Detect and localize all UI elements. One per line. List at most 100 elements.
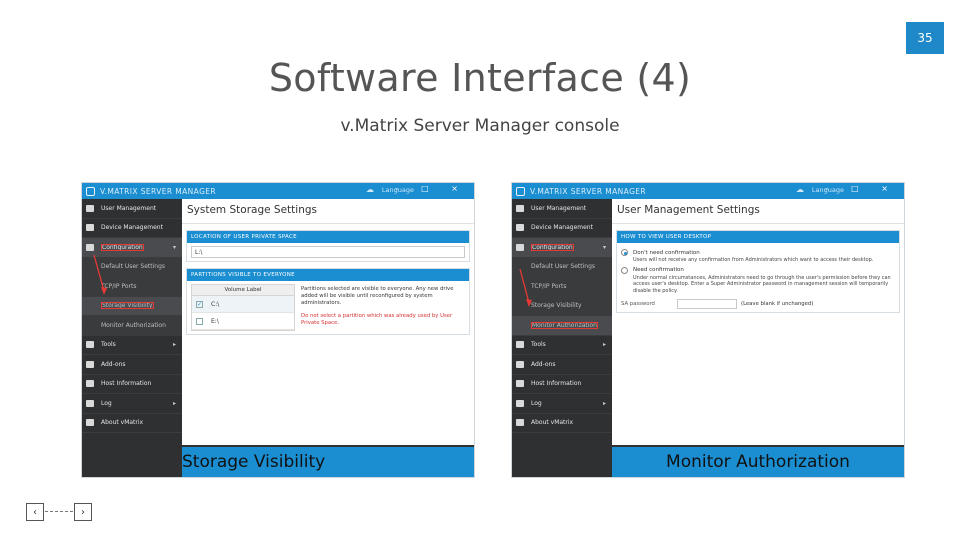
- option-label: Need confirmation: [633, 267, 684, 273]
- sidebar-item-add-ons[interactable]: Add-ons: [512, 355, 612, 375]
- app-titlebar: V.MATRIX SERVER MANAGER ☁ Language – □ ×: [512, 183, 904, 199]
- view-desktop-section: HOW TO VIEW USER DESKTOP Don't need conf…: [616, 230, 900, 313]
- partition-warning: Do not select a partition which was alre…: [301, 313, 453, 326]
- host-icon: [516, 380, 524, 388]
- tools-icon: [86, 341, 94, 349]
- sidebar-item-default-user-settings[interactable]: Default User Settings: [82, 257, 182, 277]
- option-need-confirmation[interactable]: Need confirmation: [621, 266, 895, 274]
- app-logo-icon: [516, 186, 525, 196]
- partition-notes: Partitions selected are visible to every…: [301, 284, 465, 331]
- addons-icon: [516, 360, 524, 368]
- sidebar-item-add-ons[interactable]: Add-ons: [82, 355, 182, 375]
- sidebar-item-tcpip-ports[interactable]: TCP/IP Ports: [512, 277, 612, 297]
- config-icon: [86, 243, 94, 251]
- app-title: V.MATRIX SERVER MANAGER: [530, 186, 647, 196]
- caption-storage-visibility: Storage Visibility: [182, 452, 326, 472]
- sidebar-item-label: Host Information: [531, 380, 582, 388]
- page-number-badge: 35: [906, 22, 944, 54]
- option-label: Don't need confirmation: [633, 249, 700, 256]
- partition-note: Partitions selected are visible to every…: [301, 286, 454, 306]
- sidebar-item-host-information[interactable]: Host Information: [82, 375, 182, 394]
- sidebar-item-device-management[interactable]: Device Management: [512, 219, 612, 238]
- sidebar-item-about[interactable]: About vMatrix: [82, 414, 182, 433]
- sidebar-item-monitor-authorization[interactable]: Monitor Authorization: [82, 316, 182, 336]
- addons-icon: [86, 360, 94, 368]
- sidebar-item-label: Configuration: [101, 243, 144, 251]
- sidebar-item-tools[interactable]: Tools ▸: [82, 336, 182, 355]
- sidebar-item-device-management[interactable]: Device Management: [82, 219, 182, 238]
- sidebar-item-label: Add-ons: [101, 360, 126, 368]
- slide-navigation: ‹ ›: [26, 503, 94, 523]
- sidebar-item-tcpip-ports[interactable]: TCP/IP Ports: [82, 277, 182, 297]
- radio[interactable]: [621, 266, 628, 274]
- volume-label: E:\: [211, 317, 219, 325]
- host-icon: [86, 380, 94, 388]
- sidebar-item-label: Add-ons: [531, 360, 556, 368]
- sidebar-item-configuration[interactable]: Configuration ▾: [512, 238, 612, 258]
- table-row[interactable]: ✓ C:\: [192, 296, 294, 313]
- column-header: Volume Label: [192, 285, 294, 296]
- sidebar-item-label: Log: [101, 399, 112, 407]
- table-row[interactable]: E:\: [192, 313, 294, 330]
- sidebar-item-tools[interactable]: Tools ▸: [512, 336, 612, 355]
- sidebar-item-storage-visibility[interactable]: Storage Visibility: [512, 296, 612, 316]
- app-logo-icon: [86, 186, 95, 196]
- sidebar-item-label: Storage Visibility: [101, 302, 154, 310]
- sidebar-item-about[interactable]: About vMatrix: [512, 414, 612, 433]
- sidebar-item-user-management[interactable]: User Management: [82, 199, 182, 219]
- slide-subtitle: v.Matrix Server Manager console: [340, 116, 620, 136]
- chevron-right-icon: ▸: [172, 341, 176, 349]
- password-field[interactable]: [677, 299, 737, 309]
- sidebar-item-log[interactable]: Log ▸: [82, 394, 182, 414]
- sidebar-item-label: TCP/IP Ports: [531, 282, 567, 290]
- log-icon: [86, 399, 94, 407]
- settings-panel: System Storage Settings LOCATION OF USER…: [182, 199, 474, 445]
- password-hint: (Leave blank if unchanged): [741, 301, 814, 307]
- sidebar-item-label: Monitor Authorization: [101, 321, 166, 329]
- sidebar-item-label: Configuration: [531, 243, 574, 251]
- sidebar-item-label: Default User Settings: [101, 263, 166, 271]
- sidebar-item-storage-visibility[interactable]: Storage Visibility: [82, 296, 182, 316]
- sidebar-item-default-user-settings[interactable]: Default User Settings: [512, 257, 612, 277]
- sidebar-item-label: About vMatrix: [101, 419, 144, 427]
- nav-divider: [45, 511, 73, 512]
- checkbox[interactable]: [196, 317, 203, 325]
- caption-area: Storage Visibility: [82, 445, 474, 477]
- caption-area: Monitor Authorization: [512, 445, 904, 477]
- window-controls[interactable]: – □ ×: [825, 184, 898, 193]
- tools-icon: [516, 341, 524, 349]
- location-dropdown[interactable]: L:\: [191, 246, 465, 258]
- device-icon: [516, 224, 524, 232]
- section-header: HOW TO VIEW USER DESKTOP: [617, 231, 899, 243]
- radio-selected[interactable]: [621, 249, 628, 256]
- sidebar-item-monitor-authorization[interactable]: Monitor Authorization: [512, 316, 612, 336]
- sidebar-item-label: Host Information: [101, 380, 152, 388]
- chevron-right-icon[interactable]: ›: [74, 503, 92, 521]
- sidebar-item-host-information[interactable]: Host Information: [512, 375, 612, 394]
- option-description: Users will not receive any confirmation …: [633, 257, 874, 263]
- sidebar-item-label: TCP/IP Ports: [101, 282, 137, 290]
- option-no-confirmation[interactable]: Don't need confirmation: [621, 249, 895, 256]
- location-section: LOCATION OF USER PRIVATE SPACE L:\: [186, 230, 470, 262]
- config-icon: [516, 243, 524, 251]
- sidebar-item-label: Monitor Authorization: [531, 321, 598, 329]
- about-icon: [86, 419, 94, 427]
- sidebar-item-log[interactable]: Log ▸: [512, 394, 612, 414]
- caption-monitor-authorization: Monitor Authorization: [666, 452, 850, 472]
- chevron-left-icon[interactable]: ‹: [26, 503, 44, 521]
- window-controls[interactable]: – □ ×: [395, 184, 468, 193]
- checkbox-checked[interactable]: ✓: [196, 300, 203, 308]
- volume-label: C:\: [211, 300, 220, 308]
- chevron-right-icon: ▸: [602, 341, 606, 349]
- sidebar-item-label: Tools: [101, 341, 116, 349]
- app-titlebar: V.MATRIX SERVER MANAGER ☁ Language – □ ×: [82, 183, 474, 199]
- volume-table: Volume Label ✓ C:\ E:\: [191, 284, 295, 331]
- sidebar-item-user-management[interactable]: User Management: [512, 199, 612, 219]
- section-header: PARTITIONS VISIBLE TO EVERYONE: [187, 269, 469, 281]
- sidebar-item-label: Log: [531, 399, 542, 407]
- chevron-down-icon: ▾: [602, 243, 606, 251]
- section-header: LOCATION OF USER PRIVATE SPACE: [187, 231, 469, 243]
- sidebar-item-label: About vMatrix: [531, 419, 574, 427]
- sidebar-item-label: Default User Settings: [531, 263, 596, 271]
- sidebar-item-configuration[interactable]: Configuration ▾: [82, 238, 182, 258]
